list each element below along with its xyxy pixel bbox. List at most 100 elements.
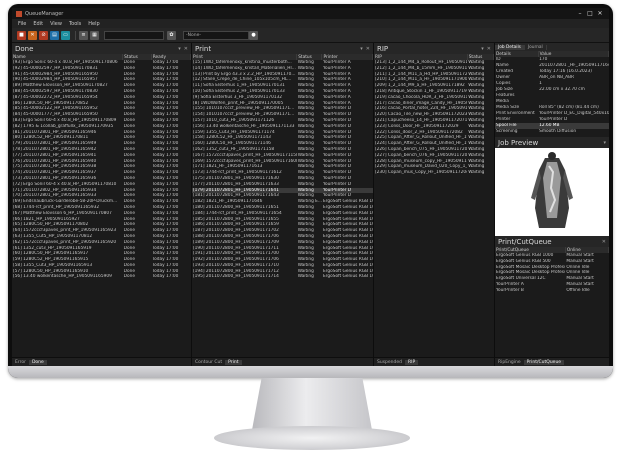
garment-image (531, 152, 573, 228)
menu-help[interactable]: Help (88, 21, 99, 27)
table-row[interactable]: [72] Ergo Sonil 60-4 x 40.8_HP_190509117… (12, 182, 191, 188)
detail-row[interactable]: Screening Smooth Diffusion (495, 129, 609, 135)
print-pane-header: Print ▾ ✕ (192, 43, 373, 54)
table-row[interactable]: [167] 1572cccf3paves_print_HF_1905091171… (192, 153, 373, 159)
tab-error[interactable]: Error (12, 360, 29, 365)
tab-journal[interactable]: Journal (525, 44, 547, 50)
table-cell: [212] 1_2_144_M4_b_15mm_HF_1905091172064 (375, 65, 468, 71)
table-row[interactable]: [82] 1795 & 1collab_graffullx_1905091170… (12, 124, 191, 130)
print-icon[interactable]: ▤ (50, 30, 59, 40)
printer-select[interactable]: -None- (183, 30, 249, 40)
done-pane-title: Done (15, 44, 34, 53)
rip-table: RIP Status [213] 1_2_144_M4_a_Rollout_HF… (374, 54, 494, 176)
table-row[interactable]: [230] Copan_mus_Copy_HF_1905091172049 Wai… (374, 170, 494, 176)
table-cell: [72] Ergo Sonil 60-4 x 40.8_HP_190509117… (13, 181, 117, 187)
panes-area: Done ▾ ✕ Name Status Ready [93] Ergo Son… (12, 43, 609, 366)
printer-select-value: -None- (186, 32, 201, 38)
list-icon[interactable]: ≡ (79, 30, 88, 40)
toolbar: ■ ✕ ⊘ ▤ ▭ ≡ ▦ ✿ -None- ● (12, 28, 609, 43)
preview-title: Job Preview (498, 138, 539, 147)
table-cell: [219] cacao_Chocola_HDR_3_HF_19050911719… (375, 94, 468, 100)
rip-pane-tabs: Suspended RIP (374, 357, 494, 366)
tab-print-cut-queue[interactable]: Print/CutQueue (523, 359, 565, 365)
delete-icon[interactable]: ✕ (28, 30, 37, 40)
queue-row[interactable]: ErgoSoft Genius RGB 1000 Manual Start (495, 253, 609, 259)
close-pane-icon[interactable]: ✕ (487, 46, 491, 52)
table-cell: ErgoSoft Genius RGB 1000 (322, 239, 373, 245)
job-preview-image (495, 148, 609, 236)
maximize-icon[interactable]: □ (585, 10, 595, 17)
monitor-chin (8, 366, 613, 378)
table-cell: [62] 1572cccf3paves_print_HP_19050911659… (13, 239, 117, 245)
queue-pane-tabs: RipEngine Print/CutQueue (495, 357, 609, 366)
table-row[interactable]: [56] 13.40 wolkentasche_HP_1905091165909… (12, 274, 191, 280)
table-row[interactable]: [15] 1WD_tafelmenoxy_kristina_musterboth… (192, 60, 373, 66)
table-row[interactable]: [223] Coliss_Door_HF_1905091172029 Waitin… (374, 124, 494, 130)
menu-file[interactable]: File (18, 21, 26, 27)
table-row[interactable]: [67] Matthew Elovsson 6_HP_1905091170807… (12, 211, 191, 217)
close-pane-icon[interactable]: ✕ (184, 46, 188, 52)
done-pane-tabs: Error Done (12, 357, 191, 366)
tab-done[interactable]: Done (28, 359, 47, 365)
menu-bar: File Edit View Tools Help (12, 19, 609, 28)
stop-icon[interactable]: ■ (17, 30, 26, 40)
close-pane-icon[interactable]: ✕ (602, 239, 606, 245)
table-row[interactable]: [83] Ergo Sonil 60-4 x 40.8_HP_190509117… (12, 118, 191, 124)
table-row[interactable]: [14] 1WD_tafelmenoxy_kristall_Materialie… (192, 66, 373, 72)
table-cell: [221] Capucheeso_14_HF_1905091172071 (375, 117, 468, 123)
menu-edit[interactable]: Edit (33, 21, 43, 27)
table-row[interactable]: [62] 1572cccf3paves_print_HP_19050911659… (12, 240, 191, 246)
folder-icon[interactable]: ▭ (61, 30, 70, 40)
app-icon (16, 10, 22, 17)
done-pane: Done ▾ ✕ Name Status Ready [93] Ergo Son… (12, 43, 192, 366)
table-row[interactable]: [227] Copan_bench_076_HF_1905091172042 Wa… (374, 153, 494, 159)
table-cell: Screening (496, 129, 518, 134)
table-row[interactable]: [10] Sofia Elsterhus 2_HF_1905091170133 W… (192, 89, 373, 95)
tab-contour-cut[interactable]: Contour Cut (192, 360, 225, 365)
details-tabs: Job Details Journal (495, 43, 609, 51)
grid-icon[interactable]: ▦ (90, 30, 99, 40)
pin-icon[interactable]: ▾ (360, 46, 363, 52)
table-row[interactable]: [156] 13.40 wolkentasche_HF_190509117113… (192, 124, 373, 130)
pin-icon[interactable]: ▾ (178, 46, 181, 52)
table-row[interactable]: [93] Ergo Sonic 60-4 x 40.8_HP_190509117… (12, 60, 191, 66)
table-row[interactable]: [221] Capucheeso_14_HF_1905091172071 Wait… (374, 118, 494, 124)
table-row[interactable]: [226] Copan_bench_075_HF_1905091172040 Wa… (374, 147, 494, 153)
search-input[interactable] (104, 30, 164, 40)
table-row[interactable]: [213] 1_2_144_M4_a_Rollout_HF_1905091172… (374, 60, 494, 66)
pin-icon[interactable]: ▾ (481, 46, 484, 52)
print-pane-title: Print (195, 44, 212, 53)
close-pane-icon[interactable]: ✕ (366, 46, 370, 52)
table-cell: [83] Ergo Sonil 60-4 x 40.8_HP_190509117… (13, 117, 117, 123)
tab-ripengine[interactable]: RipEngine (495, 360, 524, 365)
table-row[interactable]: [212] 1_2_144_M4_b_15mm_HF_1905091172064… (374, 66, 494, 72)
menu-tools[interactable]: Tools (69, 21, 81, 27)
cancel-icon[interactable]: ⊘ (39, 30, 48, 40)
collapse-icon[interactable]: ▾ (603, 140, 606, 146)
table-cell: YourPrinter B (496, 287, 524, 293)
table-row[interactable]: [219] cacao_Chocola_HDR_3_HF_19050911719… (374, 95, 494, 101)
print-pane-tabs: Contour Cut Print (192, 357, 373, 366)
tab-rip[interactable]: RIP (405, 359, 419, 365)
table-row[interactable]: [218] Antique_Stockin 1_HF_1905091171914… (374, 89, 494, 95)
done-table: Name Status Ready [93] Ergo Sonic 60-4 x… (12, 54, 191, 280)
table-cell: [156] 13.40 wolkentasche_HF_190509117113… (193, 123, 295, 129)
tab-print[interactable]: Print (225, 359, 242, 365)
table-cell: ErgoSoft Genius RGB 1000 (322, 262, 373, 268)
table-cell: Waiting (297, 274, 314, 280)
menu-view[interactable]: View (50, 21, 62, 27)
minimize-icon[interactable]: – (575, 10, 585, 17)
close-icon[interactable]: ✕ (595, 10, 605, 17)
table-cell: [227] Copan_bench_076_HF_1905091172042 (375, 152, 468, 158)
settings-icon[interactable]: ✿ (167, 30, 176, 40)
done-pane-header: Done ▾ ✕ (12, 43, 191, 54)
tab-suspended[interactable]: Suspended (374, 360, 405, 365)
table-cell: Today 17:00 (152, 274, 179, 280)
title-bar: QueueManager – □ ✕ (12, 8, 609, 19)
table-row[interactable]: [195] 2011072800_HF_1905091171714 Waiting… (192, 274, 373, 280)
table-cell: [82] 1795 & 1collab_graffullx_1905091170… (13, 123, 114, 129)
tab-job-details[interactable]: Job Details (495, 44, 525, 50)
refresh-icon[interactable]: ● (249, 30, 258, 40)
table-cell: [230] Copan_mus_Copy_HF_1905091172049 (375, 170, 468, 176)
queue-row[interactable]: YourPrinter B Offline Idle (495, 288, 609, 294)
